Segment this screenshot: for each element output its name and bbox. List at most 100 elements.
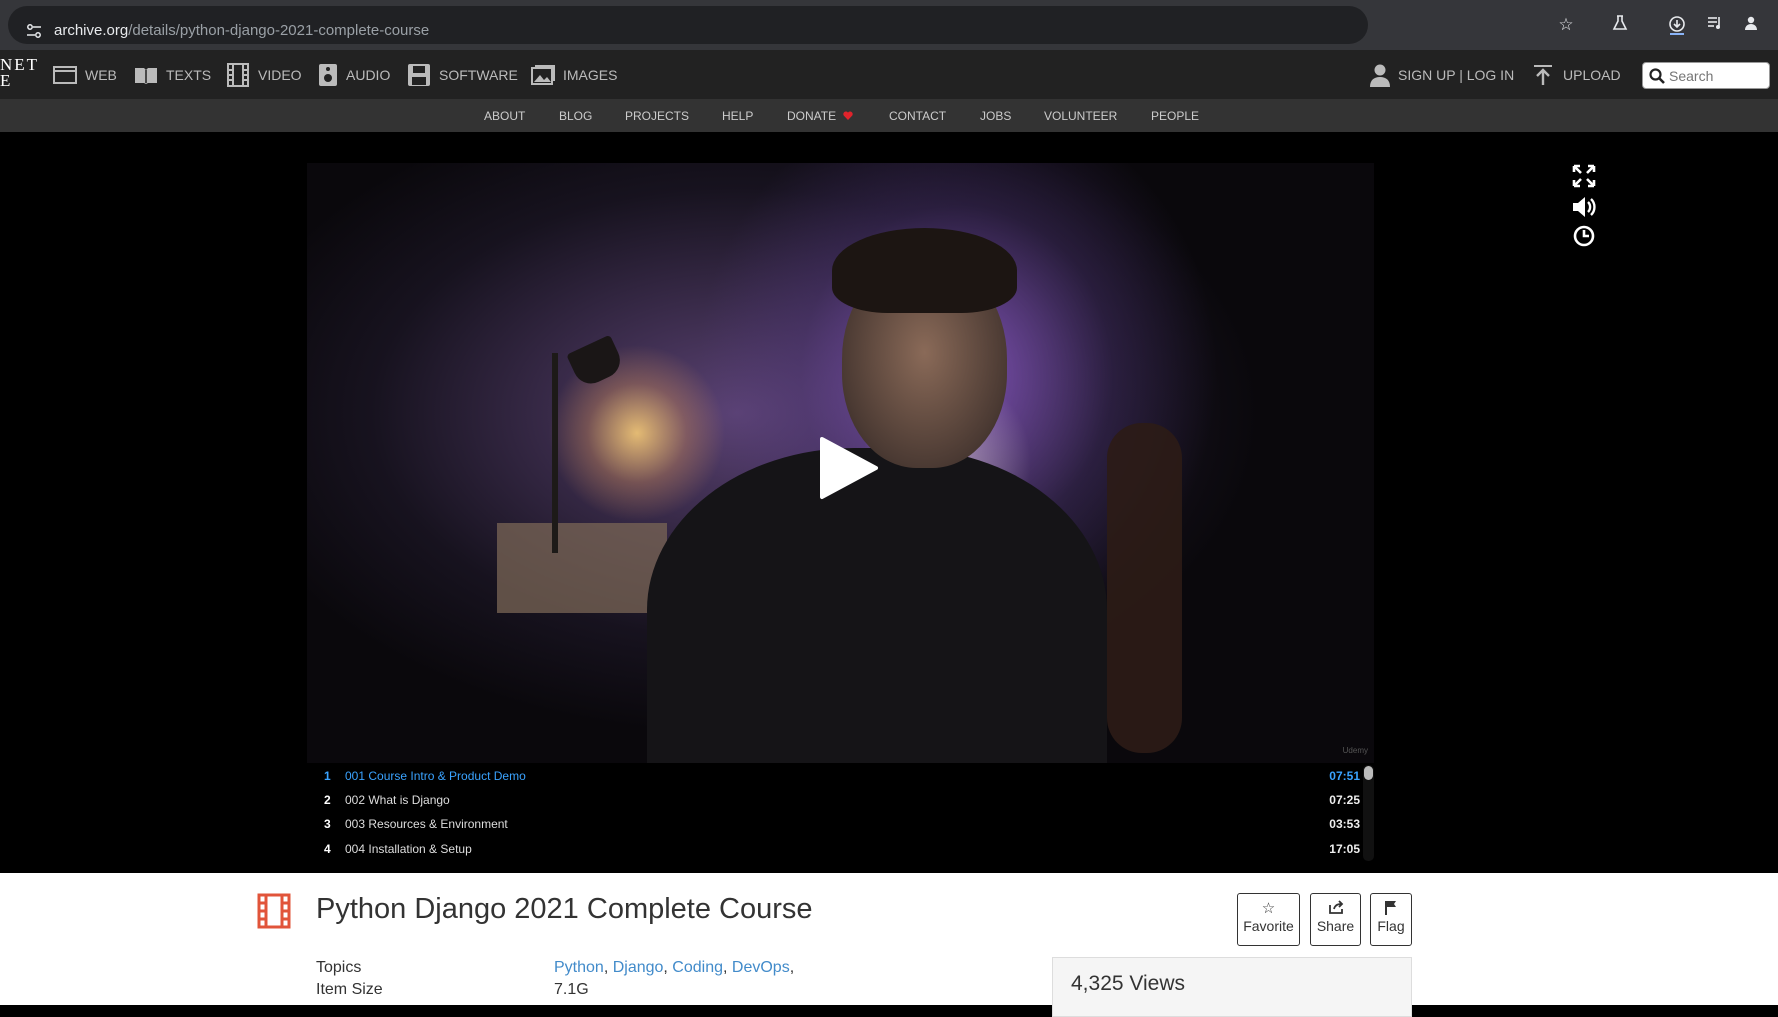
video-theater: Udemy 1 001 Course Intro & Product Demo … xyxy=(0,132,1778,873)
playlist-item-duration: 17:05 xyxy=(1329,842,1360,856)
subnav-link-blog[interactable]: BLOG xyxy=(559,109,592,123)
item-size-value: 7.1G xyxy=(554,981,589,998)
search-box[interactable] xyxy=(1642,62,1770,89)
flag-label: Flag xyxy=(1377,918,1405,934)
media-tab-images[interactable]: IMAGES xyxy=(531,63,617,87)
media-tab-label: TEXTS xyxy=(166,67,212,83)
playlist-item-number: 4 xyxy=(324,842,331,856)
subnav-link-people[interactable]: PEOPLE xyxy=(1151,109,1199,123)
playlist-scrollbar-thumb[interactable] xyxy=(1364,766,1373,780)
topic-link[interactable]: Coding xyxy=(672,959,723,976)
subnav-link-projects[interactable]: PROJECTS xyxy=(625,109,689,123)
media-tab-texts[interactable]: TEXTS xyxy=(134,63,211,87)
video-frame-detail xyxy=(552,353,558,553)
download-icon[interactable] xyxy=(1667,15,1687,35)
browser-toolbar: archive.org/details/python-django-2021-c… xyxy=(0,0,1778,50)
url-path: /details/python-django-2021-complete-cou… xyxy=(128,22,430,39)
fullscreen-icon[interactable] xyxy=(1570,162,1598,190)
playlist-item-duration: 07:51 xyxy=(1329,769,1360,783)
subnav-link-contact[interactable]: CONTACT xyxy=(889,109,946,123)
heart-icon xyxy=(843,111,853,120)
url-text[interactable]: archive.org/details/python-django-2021-c… xyxy=(54,22,429,39)
playlist-item-title: 001 Course Intro & Product Demo xyxy=(345,769,526,783)
playlist-item[interactable]: 2 002 What is Django 07:25 xyxy=(307,788,1360,812)
stats-box: 4,325 Views xyxy=(1052,957,1412,1017)
topic-link[interactable]: DevOps xyxy=(732,959,790,976)
logo-text-line2: E xyxy=(0,71,13,90)
topic-link[interactable]: Python xyxy=(554,959,604,976)
playlist-item-number: 3 xyxy=(324,817,331,831)
views-count: 4,325 Views xyxy=(1071,972,1186,995)
user-icon xyxy=(1370,64,1390,87)
video-frame-detail xyxy=(566,334,626,390)
speaker-icon xyxy=(319,64,337,86)
video-frame-detail xyxy=(832,228,1017,313)
labs-flask-icon[interactable] xyxy=(1610,15,1630,35)
flag-button[interactable]: Flag xyxy=(1370,893,1412,946)
playlist-item-title: 003 Resources & Environment xyxy=(345,817,508,831)
playlist-scrollbar[interactable] xyxy=(1363,765,1374,861)
clock-icon[interactable] xyxy=(1570,222,1598,250)
subnav-link-donate[interactable]: DONATE xyxy=(787,109,836,123)
site-settings-icon[interactable] xyxy=(26,24,42,38)
share-button[interactable]: Share xyxy=(1310,893,1361,946)
media-tab-label: IMAGES xyxy=(563,67,618,83)
playlist-item[interactable]: 1 001 Course Intro & Product Demo 07:51 xyxy=(307,764,1360,788)
topics-value: Python, Django, Coding, DevOps, xyxy=(554,959,795,976)
video-player[interactable]: Udemy xyxy=(307,163,1374,763)
bookmark-star-icon[interactable]: ☆ xyxy=(1556,15,1576,35)
topic-link[interactable]: Django xyxy=(613,959,664,976)
item-size-label: Item Size xyxy=(316,981,383,998)
subnav-link-help[interactable]: HELP xyxy=(722,109,753,123)
topics-label: Topics xyxy=(316,959,362,976)
volume-icon[interactable] xyxy=(1570,193,1598,221)
media-tab-web[interactable]: WEB xyxy=(53,63,117,87)
auth-label: SIGN UP | LOG IN xyxy=(1398,67,1515,83)
playlist-item-number: 1 xyxy=(324,769,331,783)
subnav-link-jobs[interactable]: JOBS xyxy=(980,109,1011,123)
playlist-item-number: 2 xyxy=(324,793,331,807)
url-host: archive.org xyxy=(54,22,129,39)
favorite-button[interactable]: ☆ Favorite xyxy=(1237,893,1300,946)
media-tab-audio[interactable]: AUDIO xyxy=(318,63,390,87)
star-icon: ☆ xyxy=(1261,900,1276,917)
playlist-item-duration: 03:53 xyxy=(1329,817,1360,831)
flag-icon xyxy=(1371,900,1411,918)
search-input[interactable] xyxy=(1669,67,1765,85)
share-label: Share xyxy=(1316,918,1355,934)
media-tab-label: VIDEO xyxy=(258,67,302,83)
film-icon xyxy=(227,63,249,87)
playlist-item[interactable]: 3 003 Resources & Environment 03:53 xyxy=(307,812,1360,836)
upload-label: UPLOAD xyxy=(1563,67,1621,83)
play-button-icon[interactable] xyxy=(818,435,880,501)
floppy-icon xyxy=(408,64,430,86)
upload-icon xyxy=(1534,65,1552,85)
movies-film-icon xyxy=(257,893,291,929)
archive-logo[interactable]: NET E xyxy=(0,56,39,90)
video-frame-detail xyxy=(497,523,667,613)
media-tab-label: AUDIO xyxy=(346,67,391,83)
media-queue-icon[interactable] xyxy=(1705,15,1725,35)
playlist-item-title: 002 What is Django xyxy=(345,793,450,807)
video-watermark: Udemy xyxy=(1342,746,1368,755)
upload-link[interactable]: UPLOAD xyxy=(1533,63,1621,87)
media-tab-label: WEB xyxy=(85,67,117,83)
address-bar[interactable]: archive.org/details/python-django-2021-c… xyxy=(8,6,1368,44)
archive-topnav: NET E WEB TEXTS VIDEO AUDIO SOFTWARE IMA… xyxy=(0,50,1778,99)
media-tab-label: SOFTWARE xyxy=(439,67,518,83)
item-title: Python Django 2021 Complete Course xyxy=(316,893,813,925)
favorite-label: Favorite xyxy=(1243,918,1294,934)
sign-up-log-in-link[interactable]: SIGN UP | LOG IN xyxy=(1370,63,1514,87)
playlist-item-duration: 07:25 xyxy=(1329,793,1360,807)
book-icon xyxy=(135,68,157,84)
web-icon xyxy=(53,66,77,84)
media-tab-software[interactable]: SOFTWARE xyxy=(407,63,518,87)
playlist-item[interactable]: 4 004 Installation & Setup 17:05 xyxy=(307,837,1360,861)
subnav-link-volunteer[interactable]: VOLUNTEER xyxy=(1044,109,1117,123)
archive-subnav: ABOUT BLOG PROJECTS HELP DONATE CONTACT … xyxy=(0,99,1778,132)
profile-avatar-icon[interactable] xyxy=(1741,15,1761,35)
subnav-link-about[interactable]: ABOUT xyxy=(484,109,525,123)
video-playlist: 1 001 Course Intro & Product Demo 07:51 … xyxy=(307,763,1374,863)
item-details: Python Django 2021 Complete Course ☆ Fav… xyxy=(0,873,1778,1017)
media-tab-video[interactable]: VIDEO xyxy=(226,63,302,87)
